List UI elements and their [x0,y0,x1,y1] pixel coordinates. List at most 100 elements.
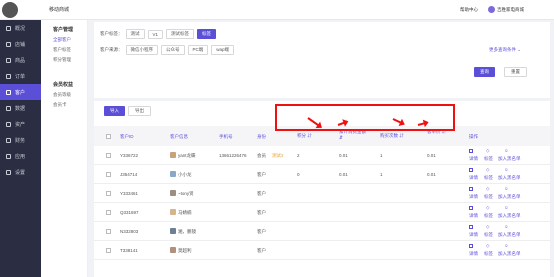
row-checkbox[interactable] [106,229,111,234]
row-checkbox[interactable] [106,248,111,253]
sidebar-item-data[interactable]: 数据 [0,100,41,116]
sidebar-item-finance[interactable]: 财务 [0,132,41,148]
edit-icon[interactable] [469,167,474,172]
subnav-all-customers[interactable]: 全部客户 [41,35,87,45]
source-chip-official[interactable]: 公众号 [161,45,185,55]
blacklist-link[interactable]: 加入黑名单 [498,213,521,219]
customer-avg: 0.01 [427,172,436,177]
source-chip-miniprogram[interactable]: 微信小程序 [125,45,158,55]
tag-chip-v1[interactable]: V1 [147,29,164,39]
row-checkbox[interactable] [106,210,111,215]
select-all-checkbox[interactable] [106,134,111,139]
sidebar-item-orders[interactable]: 订单 [0,68,41,84]
user-icon[interactable]: ☺ [504,205,509,210]
blacklist-link[interactable]: 加入黑名单 [498,194,521,200]
tag-chip-tag[interactable]: 标签 [197,29,217,39]
sidebar-item-goods[interactable]: 商品 [0,52,41,68]
col-points[interactable]: 积分 ⇵ [297,133,312,139]
detail-link[interactable]: 详情 [469,213,478,219]
col-phone: 手机号 [219,134,233,139]
user-menu[interactable]: 吉胜家电商城 [488,6,524,13]
table-row: T338141 莫超利 客户 ◇ ☺ 详情 标签 加入黑名单 [94,241,550,260]
tag-link[interactable]: 标签 [484,156,493,162]
sort-icon: ⇵ [307,133,312,138]
tag-link[interactable]: 标签 [484,175,493,181]
customer-identity: 客户 [257,191,266,196]
blacklist-link[interactable]: 加入黑名单 [498,156,521,162]
overview-icon [6,25,11,31]
edit-icon[interactable] [469,186,474,191]
annotation-highlight-box [275,104,455,131]
import-button[interactable]: 导入 [104,106,125,116]
sidebar-item-apps[interactable]: 应用 [0,148,41,164]
tag-icon[interactable]: ◇ [486,224,489,230]
user-icon[interactable]: ☺ [504,224,509,229]
tag-filter-label: 客户标签： [100,31,123,36]
store-icon [6,41,11,47]
blacklist-link[interactable]: 加入黑名单 [498,232,521,238]
user-name: 吉胜家电商城 [497,6,524,12]
finance-icon [6,137,11,143]
detail-link[interactable]: 详情 [469,251,478,257]
source-chip-pc[interactable]: PC端 [187,45,209,55]
tag-icon[interactable]: ◇ [486,243,489,249]
row-checkbox[interactable] [106,172,111,177]
detail-link[interactable]: 详情 [469,194,478,200]
assets-icon [6,121,11,127]
user-icon[interactable]: ☺ [504,148,509,153]
subnav-member-card[interactable]: 会员卡 [41,100,87,110]
row-checkbox[interactable] [106,153,111,158]
tag-link[interactable]: 标签 [484,194,493,200]
customer-orders: 1 [380,153,383,158]
sidebar-item-assets[interactable]: 资产 [0,116,41,132]
subnav-customer-tags[interactable]: 客户标签 [41,45,87,55]
edit-icon[interactable] [469,243,474,248]
user-icon[interactable]: ☺ [504,186,509,191]
source-chip-wap[interactable]: wap端 [211,45,235,55]
tag-link[interactable]: 标签 [484,213,493,219]
export-button[interactable]: 导出 [128,106,151,116]
detail-link[interactable]: 详情 [469,232,478,238]
tag-chip-test[interactable]: 测试 [125,29,145,39]
customer-phone: 13661226476 [219,153,247,158]
row-checkbox[interactable] [106,191,111,196]
customer-avatar [170,228,176,234]
sidebar-item-customers[interactable]: 客户 [0,84,41,100]
customer-id: J354714 [120,172,138,177]
edit-link[interactable] [469,148,474,153]
customer-avg: 0.01 [427,153,436,158]
tag-icon[interactable]: ◇ [486,186,489,192]
customer-points: 0 [297,172,300,177]
user-icon[interactable]: ☺ [504,167,509,172]
more-filters-link[interactable]: 更多查询条件 ⌄ [489,47,521,53]
detail-link[interactable]: 详情 [469,156,478,162]
sidebar: 概况 店铺 商品 订单 客户 数据 资产 财务 应用 设置 [0,20,41,277]
tag-icon[interactable]: ◇ [486,148,489,154]
detail-link[interactable]: 详情 [469,175,478,181]
blacklist-link[interactable]: 加入黑名单 [498,175,521,181]
customer-orders: 1 [380,172,383,177]
sidebar-item-store[interactable]: 店铺 [0,36,41,52]
reset-button[interactable]: 重置 [504,67,527,77]
tag-icon[interactable]: ◇ [486,205,489,211]
customer-avatar [170,171,176,177]
tag-link[interactable]: 标签 [484,251,493,257]
search-button[interactable]: 查询 [474,67,495,77]
tag-link[interactable]: 标签 [484,232,493,238]
help-link[interactable]: 帮助中心 [460,7,478,13]
edit-icon[interactable] [469,224,474,229]
edit-icon[interactable] [469,205,474,210]
subnav-member-level[interactable]: 会员等级 [41,90,87,100]
source-filter-label: 客户来源： [100,47,123,52]
sidebar-item-overview[interactable]: 概况 [0,20,41,36]
subnav-points[interactable]: 积分管理 [41,55,87,65]
customer-avatar [170,247,176,253]
blacklist-link[interactable]: 加入黑名单 [498,251,521,257]
customer-name: ~tony贤 [178,191,194,196]
col-order-count[interactable]: 购买次数 ⇵ [380,133,404,139]
tag-filter-row: 客户标签： 测试 V1 测试标签 标签 [100,29,217,39]
tag-icon[interactable]: ◇ [486,167,489,173]
tag-chip-test-tag[interactable]: 测试标签 [166,29,195,39]
user-icon[interactable]: ☺ [504,243,509,248]
sidebar-item-settings[interactable]: 设置 [0,164,41,180]
